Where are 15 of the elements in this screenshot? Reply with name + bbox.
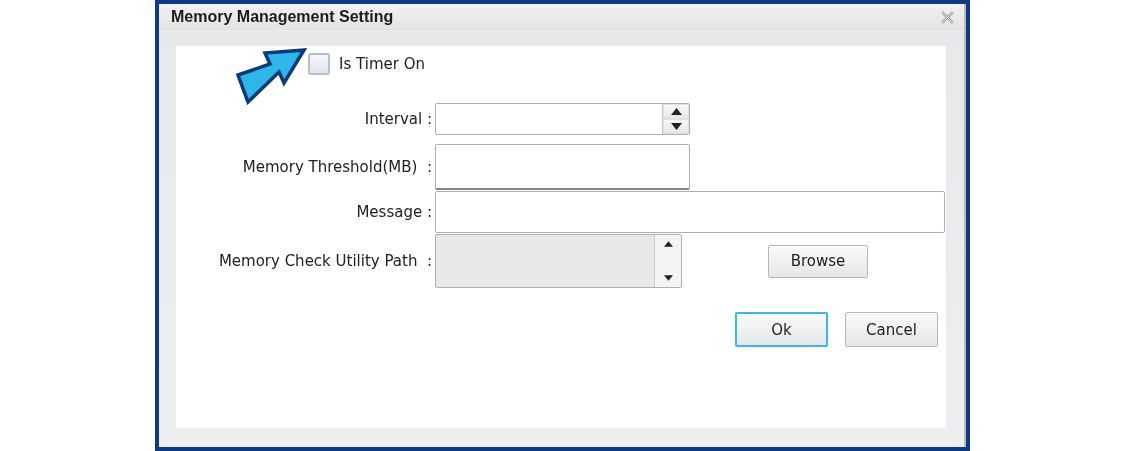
- field-label: Interval :: [363, 110, 432, 128]
- down-arrow-icon[interactable]: [670, 123, 682, 130]
- dialog-button[interactable]: Cancel: [845, 312, 938, 347]
- checkbox[interactable]: [308, 53, 330, 75]
- up-arrow-icon[interactable]: [670, 108, 682, 115]
- input-field[interactable]: [435, 191, 945, 233]
- field-label: Message :: [355, 203, 432, 221]
- input-field[interactable]: [435, 144, 690, 190]
- dialog-button[interactable]: Ok: [735, 312, 828, 347]
- spinner-field[interactable]: [435, 103, 690, 135]
- close-icon[interactable]: [941, 10, 954, 24]
- field-label: Memory Check Utility Path :: [217, 252, 432, 270]
- window-title: Memory Management Setting: [171, 8, 394, 26]
- field-label: Memory Threshold(MB) :: [241, 158, 432, 176]
- checkbox-label: Is Timer On: [339, 55, 425, 73]
